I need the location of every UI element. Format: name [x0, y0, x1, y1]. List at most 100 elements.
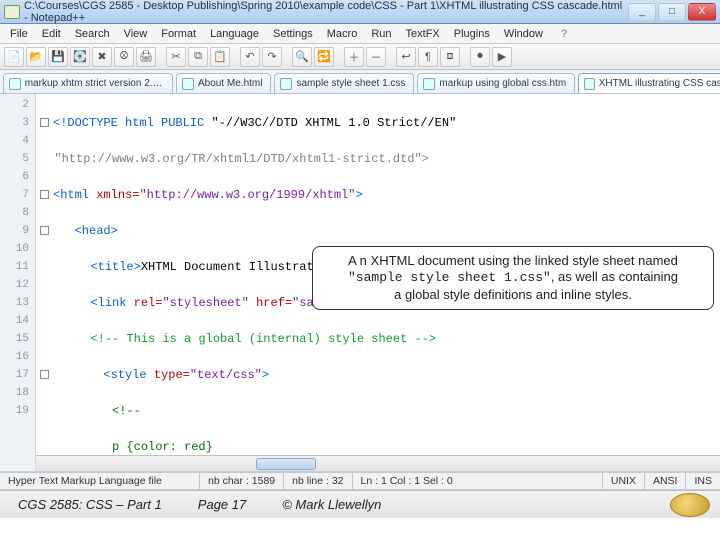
line-number: 2 — [0, 96, 29, 114]
scrollbar-thumb[interactable] — [256, 458, 316, 470]
menu-search[interactable]: Search — [69, 26, 116, 42]
menu-format[interactable]: Format — [155, 26, 202, 42]
line-number: 8 — [0, 204, 29, 222]
status-cursor-pos: Ln : 1 Col : 1 Sel : 0 — [353, 473, 603, 489]
replace-icon[interactable]: 🔁 — [314, 47, 334, 67]
print-icon[interactable]: 🖨 — [136, 47, 156, 67]
line-number: 19 — [0, 402, 29, 420]
code-token: <title> — [90, 260, 140, 274]
line-number: 11 — [0, 258, 29, 276]
tab-about-me[interactable]: About Me.html — [176, 73, 271, 93]
cut-icon[interactable]: ✂ — [166, 47, 186, 67]
tab-sample-stylesheet[interactable]: sample style sheet 1.css — [274, 73, 414, 93]
menu-bar: File Edit Search View Format Language Se… — [0, 24, 720, 44]
tab-markup-global-css[interactable]: markup using global css.htm — [417, 73, 575, 93]
tab-label: markup using global css.htm — [439, 78, 566, 89]
menu-run[interactable]: Run — [365, 26, 397, 42]
line-number: 18 — [0, 384, 29, 402]
line-number-gutter: 2345678910111213141516171819 — [0, 94, 36, 471]
line-number: 17 — [0, 366, 29, 384]
code-token: href= — [249, 296, 292, 310]
macro-play-icon[interactable]: ▶ — [492, 47, 512, 67]
menu-settings[interactable]: Settings — [267, 26, 319, 42]
window-title: C:\Courses\CGS 2585 - Desktop Publishing… — [24, 0, 628, 24]
callout-line: , as well as containing — [551, 269, 678, 284]
menu-window[interactable]: Window — [498, 26, 549, 42]
open-file-icon[interactable]: 📂 — [26, 47, 46, 67]
code-token: <html — [53, 188, 96, 202]
zoom-out-icon[interactable]: － — [366, 47, 386, 67]
code-token: "stylesheet" — [162, 296, 248, 310]
file-icon — [182, 78, 194, 90]
ucf-logo-icon — [670, 493, 710, 517]
close-file-icon[interactable]: ✖ — [92, 47, 112, 67]
code-token: rel= — [134, 296, 163, 310]
menu-language[interactable]: Language — [204, 26, 265, 42]
macro-record-icon[interactable]: ⏺ — [470, 47, 490, 67]
redo-icon[interactable]: ↷ — [262, 47, 282, 67]
line-number: 3 — [0, 114, 29, 132]
status-encoding: ANSI — [645, 473, 687, 489]
menu-file[interactable]: File — [4, 26, 34, 42]
tab-label: sample style sheet 1.css — [296, 78, 405, 89]
undo-icon[interactable]: ↶ — [240, 47, 260, 67]
save-icon[interactable]: 💾 — [48, 47, 68, 67]
toolbar: 📄 📂 💾 💽 ✖ ⮾ 🖨 ✂ ⧉ 📋 ↶ ↷ 🔍 🔁 ＋ － ↩ ¶ ⧈ ⏺ … — [0, 44, 720, 70]
file-icon — [280, 78, 292, 90]
menu-edit[interactable]: Edit — [36, 26, 67, 42]
tab-label: About Me.html — [198, 78, 262, 89]
indent-guide-icon[interactable]: ⧈ — [440, 47, 460, 67]
menu-textfx[interactable]: TextFX — [400, 26, 446, 42]
save-all-icon[interactable]: 💽 — [70, 47, 90, 67]
line-number: 15 — [0, 330, 29, 348]
tab-xhtml-cascade[interactable]: XHTML illustrating CSS cascade.htm — [578, 73, 720, 93]
menu-plugins[interactable]: Plugins — [448, 26, 496, 42]
editor-area[interactable]: 2345678910111213141516171819 <!DOCTYPE h… — [0, 94, 720, 472]
status-eol: UNIX — [603, 473, 645, 489]
menu-macro[interactable]: Macro — [321, 26, 364, 42]
line-number: 10 — [0, 240, 29, 258]
line-number: 4 — [0, 132, 29, 150]
menu-help[interactable]: ? — [555, 26, 573, 42]
annotation-callout: A n XHTML document using the linked styl… — [312, 246, 714, 310]
code-token: <style — [103, 368, 153, 382]
code-token: type= — [154, 368, 190, 382]
callout-line: a global style definitions and inline st… — [394, 287, 632, 302]
line-number: 14 — [0, 312, 29, 330]
close-button[interactable]: X — [688, 3, 716, 21]
line-number: 5 — [0, 150, 29, 168]
app-icon — [4, 5, 20, 19]
line-number: 6 — [0, 168, 29, 186]
maximize-button[interactable]: □ — [658, 3, 686, 21]
tab-label: XHTML illustrating CSS cascade.htm — [599, 78, 720, 89]
horizontal-scrollbar[interactable] — [36, 455, 720, 471]
file-icon — [9, 78, 21, 90]
minimize-button[interactable]: _ — [628, 3, 656, 21]
tab-markup-xhtml-strict[interactable]: markup xhtm strict version 2.xml — [3, 73, 173, 93]
code-token: > — [262, 368, 269, 382]
callout-code: "sample style sheet 1.css" — [348, 270, 551, 285]
new-file-icon[interactable]: 📄 — [4, 47, 24, 67]
file-icon — [423, 78, 435, 90]
close-all-icon[interactable]: ⮾ — [114, 47, 134, 67]
code-token: "http://www.w3.org/1999/xhtml" — [139, 188, 355, 202]
paste-icon[interactable]: 📋 — [210, 47, 230, 67]
tab-label: markup xhtm strict version 2.xml — [25, 78, 164, 89]
code-token: <head> — [75, 224, 118, 238]
copy-icon[interactable]: ⧉ — [188, 47, 208, 67]
zoom-in-icon[interactable]: ＋ — [344, 47, 364, 67]
footer-author: © Mark Llewellyn — [264, 497, 399, 512]
code-token: <!-- — [112, 404, 141, 418]
show-chars-icon[interactable]: ¶ — [418, 47, 438, 67]
code-token: "http://www.w3.org/TR/xhtml1/DTD/xhtml1-… — [54, 152, 428, 166]
slide-footer: CGS 2585: CSS – Part 1 Page 17 © Mark Ll… — [0, 490, 720, 518]
status-insert-mode: INS — [686, 473, 720, 489]
menu-view[interactable]: View — [118, 26, 154, 42]
window-buttons: _ □ X — [628, 3, 716, 21]
wrap-icon[interactable]: ↩ — [396, 47, 416, 67]
code-token: "text/css" — [190, 368, 262, 382]
code-token: <link — [90, 296, 133, 310]
code-token: p {color: red} — [112, 440, 213, 454]
find-icon[interactable]: 🔍 — [292, 47, 312, 67]
line-number: 13 — [0, 294, 29, 312]
